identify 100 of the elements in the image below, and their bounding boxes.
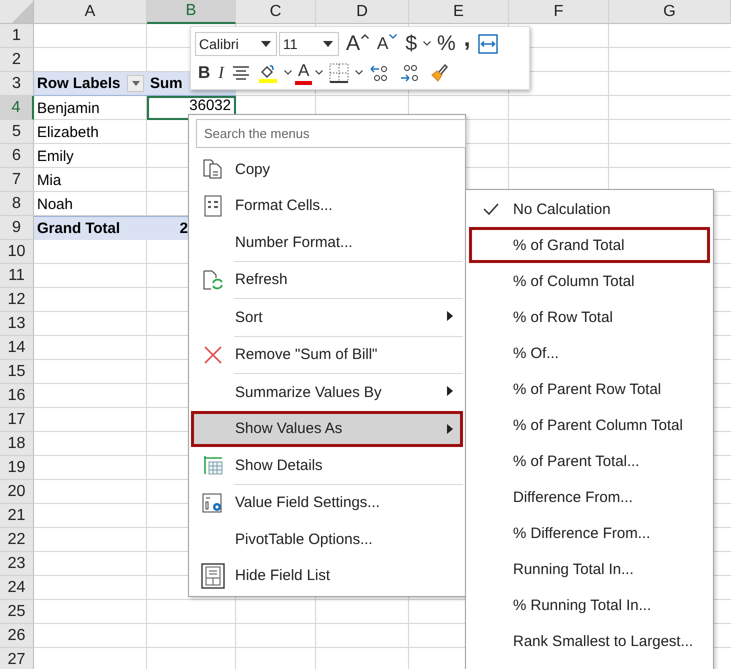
row-header[interactable]: 13 [0,312,34,336]
menu-item[interactable]: No Calculation [469,191,710,227]
comma-style-button[interactable]: , [460,30,474,56]
column-header[interactable]: E [409,0,509,24]
row-header[interactable]: 17 [0,408,34,432]
menu-item-label: PivotTable Options... [235,530,373,548]
row-header[interactable]: 5 [0,120,34,144]
menu-item-label: % of Row Total [513,308,613,326]
row-header[interactable]: 3 [0,72,34,96]
decrease-font-size-button[interactable]: A [374,30,400,56]
percent-style-button[interactable]: % [434,30,459,56]
paint-bucket-icon [258,62,278,82]
column-header[interactable]: F [509,0,609,24]
row-header[interactable]: 10 [0,240,34,264]
format-cells-icon [204,194,222,217]
menu-item-label: Summarize Values By [235,384,382,401]
row-header[interactable]: 14 [0,336,34,360]
header-label: Row Labels [37,75,120,92]
menu-item[interactable]: Running Total In... [469,551,710,587]
center-align-icon [232,64,250,80]
row-header[interactable]: 1 [0,24,34,48]
search-field[interactable]: Search the menus [196,119,466,148]
column-header[interactable]: C [236,0,316,24]
menu-item[interactable]: % Running Total In... [469,587,710,623]
row-header[interactable]: 24 [0,576,34,600]
row-header[interactable]: 8 [0,192,34,216]
row-header[interactable]: 7 [0,168,34,192]
table-cell-text: Noah [36,194,74,214]
menu-item-label: % Running Total In... [513,596,652,614]
submenu-arrow-icon [447,386,453,396]
caret-icon [323,40,333,46]
menu-item-label: Show Values As [235,420,342,438]
menu-item-label: Format Cells... [235,197,333,214]
menu-item-label: Rank Smallest to Largest... [513,632,694,650]
menu-item[interactable]: Hide Field List [191,558,463,594]
menu-item[interactable]: % Difference From... [469,515,710,551]
row-header[interactable]: 16 [0,384,34,408]
menu-item-label: % of Parent Total... [513,452,640,470]
menu-item-label: Remove "Sum of Bill" [235,346,378,364]
chevron-down-icon [315,70,324,75]
menu-item-label: Value Field Settings... [235,494,380,512]
menu-item-label: % Difference From... [513,524,650,542]
menu-item[interactable]: Show Values As [191,410,463,447]
column-header[interactable]: A [34,0,147,24]
menu-item[interactable]: % of Row Total [469,299,710,335]
menu-item[interactable]: Difference From... [469,479,710,515]
font-color-button[interactable]: A [294,60,312,84]
menu-item-label: No Calculation [513,200,611,218]
row-header[interactable]: 22 [0,528,34,552]
refresh-icon [202,268,224,291]
row-header[interactable]: 12 [0,288,34,312]
increase-font-size-button[interactable]: A [343,30,372,56]
caret-icon [261,40,271,46]
table-cell-text: Benjamin [36,98,101,118]
row-header[interactable]: 18 [0,432,34,456]
row-header[interactable]: 20 [0,480,34,504]
table-cell-text: Elizabeth [36,122,100,142]
row-header[interactable]: 21 [0,504,34,528]
currency-format-button[interactable]: $ [402,30,420,56]
row-header[interactable]: 23 [0,552,34,576]
caret-down-icon [389,34,398,38]
row-header[interactable]: 11 [0,264,34,288]
font-size-dropdown[interactable]: 11 [279,32,339,56]
menu-item-label: % of Parent Column Total [513,416,683,434]
menu-item-label: % of Column Total [513,272,634,290]
menu-item-label: Number Format... [235,234,353,251]
menu-item[interactable]: % of Parent Row Total [469,371,710,407]
menu-item[interactable]: Show Details [191,447,463,484]
column-header[interactable]: D [316,0,409,24]
row-header[interactable]: 2 [0,48,34,72]
menu-item[interactable]: % of Parent Total... [469,443,710,479]
menu-item[interactable]: % Of... [469,335,710,371]
menu-item-label: % of Parent Row Total [513,380,662,398]
row-header[interactable]: 27 [0,648,34,669]
menu-item[interactable]: Copy [191,151,463,188]
caret-icon [132,81,140,86]
menu-item-label: Sort [235,308,263,326]
menu-item[interactable]: PivotTable Options... [191,521,463,558]
table-arrows-icon [202,454,224,476]
menu-item-label: % Of... [513,344,559,362]
menu-item[interactable]: % of Parent Column Total [469,407,710,443]
field-list-icon [201,562,225,589]
row-header[interactable]: 6 [0,144,34,168]
double-arrow-box-icon [478,34,498,54]
row-header[interactable]: 25 [0,600,34,624]
settings-icon [202,492,224,514]
menu-item[interactable]: % of Grand Total [469,227,710,263]
checkmark-icon [483,203,499,215]
row-header[interactable]: 15 [0,360,34,384]
menu-item-label: Copy [235,160,270,178]
row-header[interactable]: 9 [0,216,34,240]
menu-item[interactable]: Rank Smallest to Largest... [469,623,710,659]
filter-dropdown-button[interactable] [127,75,144,92]
menu-item[interactable]: % of Column Total [469,263,710,299]
row-header[interactable]: 4 [0,96,34,120]
font-name-dropdown[interactable]: Calibri [195,32,277,56]
column-header[interactable]: B [147,0,236,24]
row-header[interactable]: 19 [0,456,34,480]
row-header[interactable]: 26 [0,624,34,648]
column-header[interactable]: G [609,0,731,24]
